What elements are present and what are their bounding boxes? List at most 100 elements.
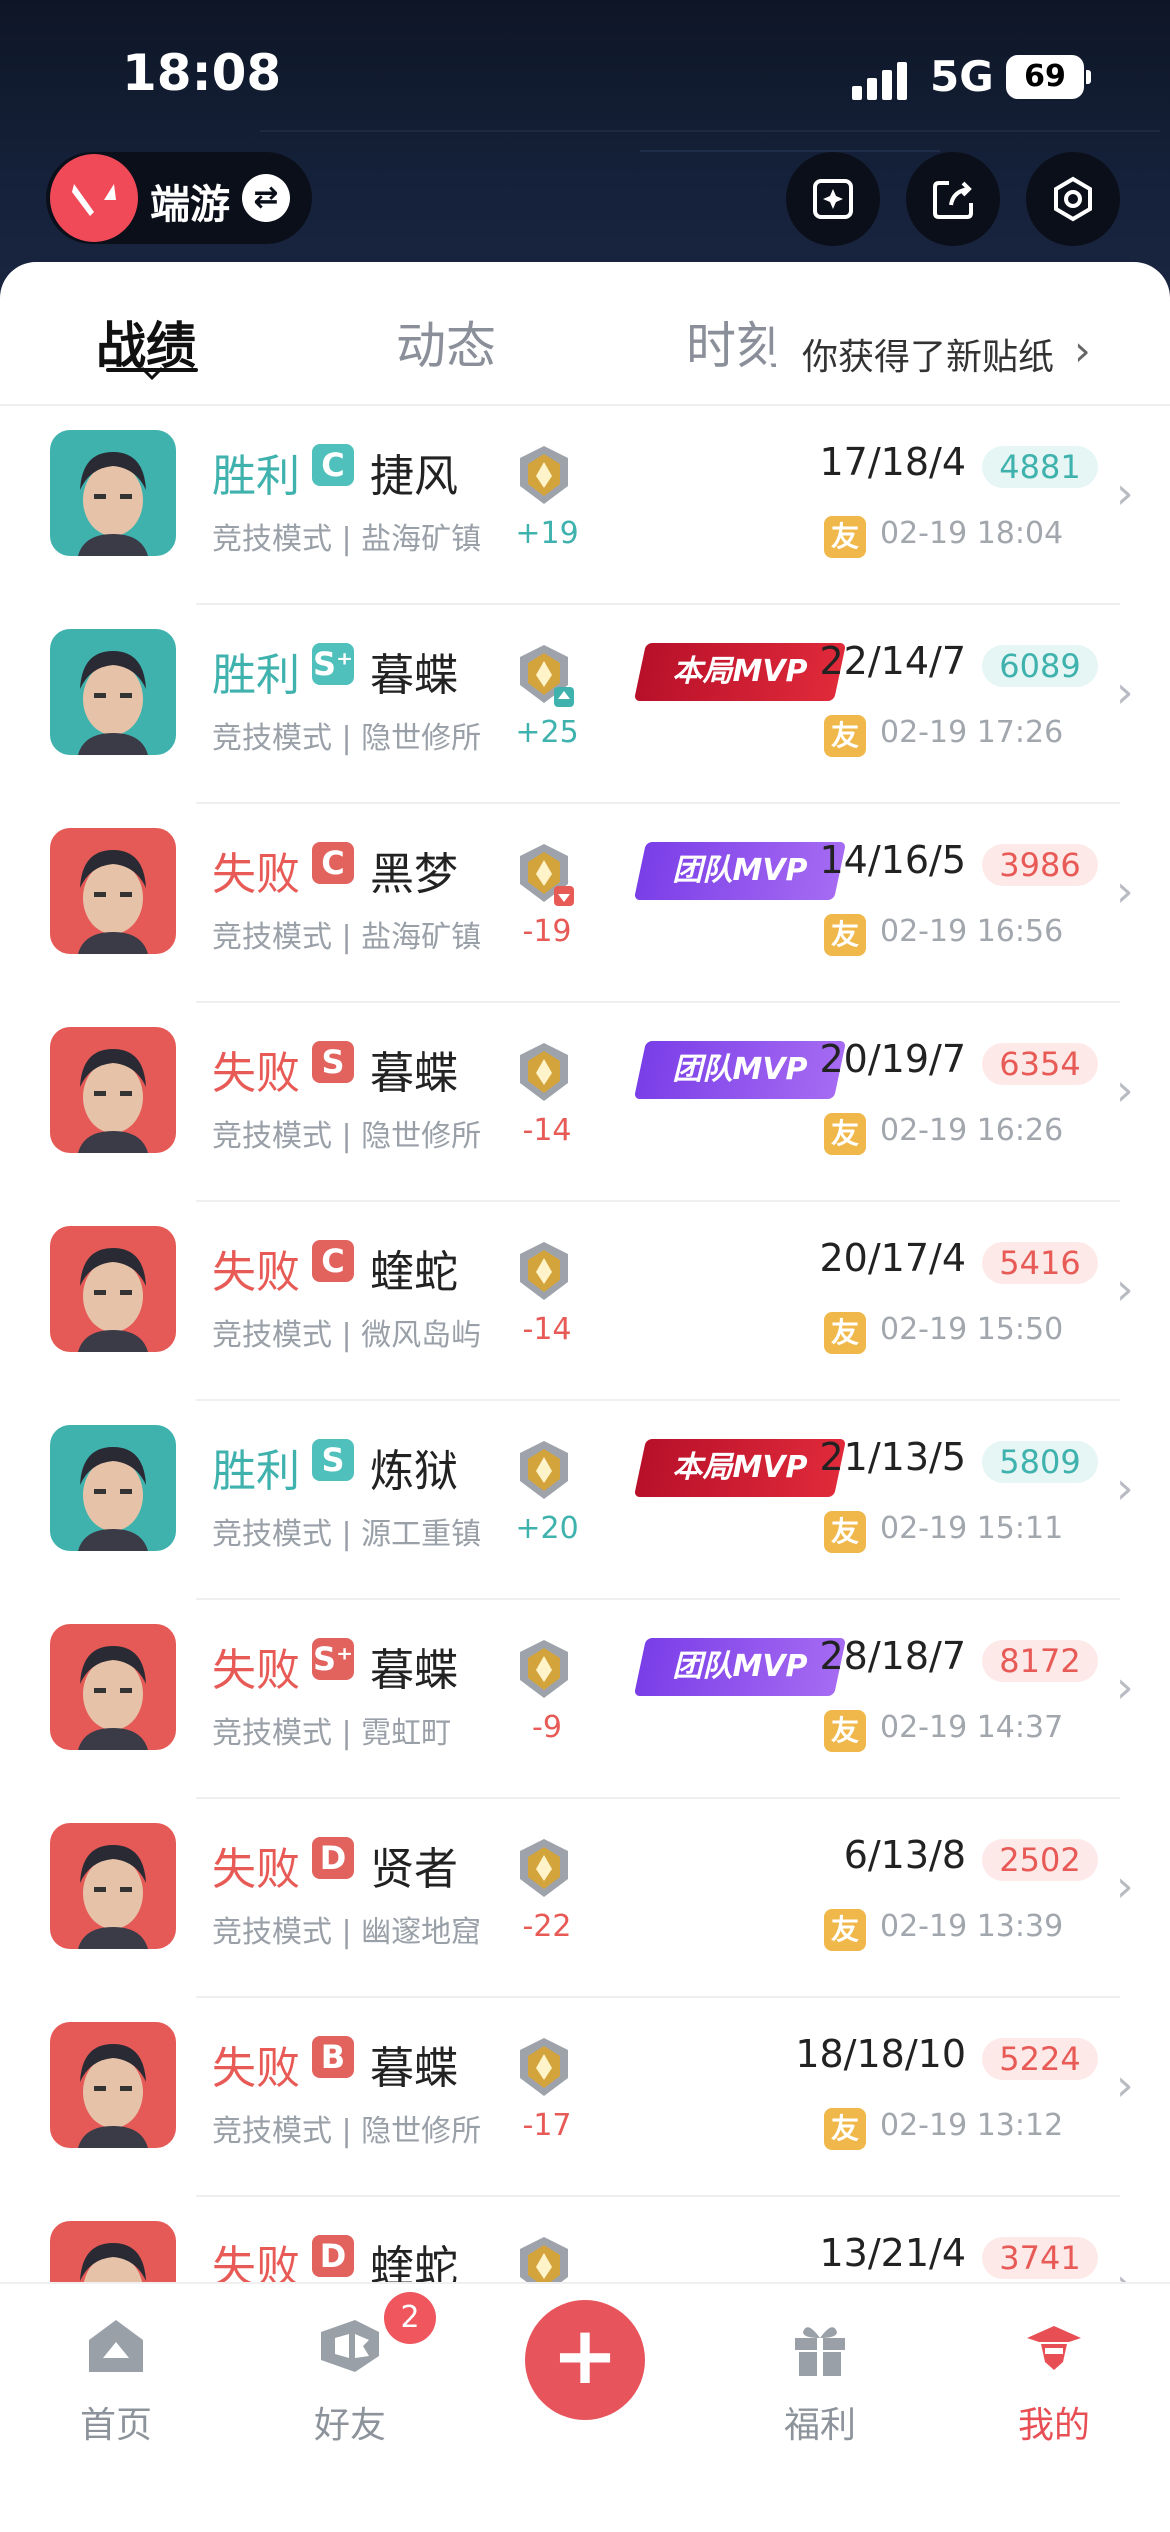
nav-welfare[interactable]: 福利 — [750, 2312, 890, 2448]
chevron-right-icon: › — [1116, 667, 1134, 718]
rank-icon — [520, 1242, 568, 1300]
match-grade: S⁺ — [312, 1638, 354, 1680]
battery-tip — [1086, 70, 1091, 84]
header-decoration-line — [640, 150, 940, 152]
match-kda: 21/13/5 — [819, 1435, 967, 1479]
content-card: 战绩 动态 时刻 你获得了新贴纸 › 胜利 C 捷风 竞技模式 | 盐海矿镇 +19 17… — [0, 262, 1170, 2282]
match-mode-map: 竞技模式 | 霓虹町 — [212, 1716, 452, 1751]
agent-avatar — [50, 1823, 176, 1949]
match-row[interactable]: 失败 D 蝰蛇 13/21/4 3741 › — [0, 2197, 1170, 2282]
match-kda: 28/18/7 — [819, 1634, 967, 1678]
friend-badge: 友 — [824, 1312, 866, 1354]
rank-delta: -14 — [522, 1312, 572, 1347]
nav-me-label: 我的 — [1017, 2405, 1090, 2446]
match-datetime: 02-19 15:50 — [880, 1312, 1064, 1347]
match-row[interactable]: 胜利 C 捷风 竞技模式 | 盐海矿镇 +19 17/18/4 4881 友 02-19 18:… — [0, 406, 1170, 605]
sticker-edit-button[interactable] — [786, 152, 880, 246]
tab-feed[interactable]: 动态 — [396, 306, 496, 378]
match-grade: C — [312, 444, 354, 486]
match-result: 失败 — [212, 1645, 300, 1696]
match-row[interactable]: 失败 C 黑梦 竞技模式 | 盐海矿镇 -19 团队MVP 14/16/5 3986 友 02-1… — [0, 804, 1170, 1003]
new-sticker-banner[interactable]: 你获得了新贴纸 › — [790, 302, 1170, 402]
match-score: 5809 — [982, 1441, 1098, 1483]
match-result: 胜利 — [212, 451, 300, 502]
match-score: 2502 — [982, 1839, 1098, 1881]
match-datetime: 02-19 16:56 — [880, 914, 1064, 949]
match-mode-map: 竞技模式 | 盐海矿镇 — [212, 920, 482, 955]
match-score: 3741 — [982, 2237, 1098, 2279]
rank-icon — [520, 1441, 568, 1499]
share-icon — [933, 181, 973, 219]
match-datetime: 02-19 17:26 — [880, 715, 1064, 750]
chevron-right-icon: › — [1116, 866, 1134, 917]
sticker-edit-icon — [813, 179, 853, 219]
tab-moments[interactable]: 时刻 — [686, 306, 776, 378]
match-kda: 6/13/8 — [843, 1833, 966, 1877]
match-datetime: 02-19 18:04 — [880, 516, 1064, 551]
match-row[interactable]: 失败 S 暮蝶 竞技模式 | 隐世修所 -14 团队MVP 20/19/7 6354 友 02-1… — [0, 1003, 1170, 1202]
match-kda: 22/14/7 — [819, 639, 967, 683]
agent-name: 蝰蛇 — [370, 1247, 458, 1298]
chevron-right-icon: › — [1074, 326, 1091, 375]
match-datetime: 02-19 14:37 — [880, 1710, 1064, 1745]
mvp-label: 团队MVP — [672, 1649, 808, 1684]
tab-active-indicator — [140, 366, 164, 380]
match-result: 失败 — [212, 2242, 300, 2282]
match-mode-map: 竞技模式 | 微风岛屿 — [212, 1318, 482, 1353]
agent-avatar — [50, 1624, 176, 1750]
friends-icon — [321, 2320, 379, 2372]
agent-name: 蝰蛇 — [370, 2242, 458, 2282]
rank-icon — [520, 645, 574, 707]
rank-delta: -9 — [532, 1710, 562, 1745]
match-result: 失败 — [212, 1247, 300, 1298]
rank-delta: +25 — [515, 715, 579, 750]
match-row[interactable]: 胜利 S 炼狱 竞技模式 | 源工重镇 +20 本局MVP 21/13/5 5809 友 02-1… — [0, 1401, 1170, 1600]
match-row[interactable]: 胜利 S⁺ 暮蝶 竞技模式 | 隐世修所 +25 本局MVP 22/14/7 6089 友 02-… — [0, 605, 1170, 804]
mvp-label: 团队MVP — [672, 853, 808, 888]
match-score: 5224 — [982, 2038, 1098, 2080]
match-mode-map: 竞技模式 | 隐世修所 — [212, 2114, 482, 2149]
match-grade: D — [312, 2235, 354, 2277]
agent-name: 贤者 — [370, 1844, 458, 1895]
settings-icon — [1054, 176, 1092, 222]
chevron-right-icon: › — [1116, 1264, 1134, 1315]
share-button[interactable] — [906, 152, 1000, 246]
signal-icon — [852, 60, 912, 100]
switch-icon: ⇄ — [242, 174, 290, 222]
match-datetime: 02-19 16:26 — [880, 1113, 1064, 1148]
mvp-badge: 团队MVP — [633, 1041, 847, 1099]
rank-icon — [520, 1043, 568, 1101]
agent-avatar — [50, 2221, 176, 2282]
match-grade: C — [312, 1240, 354, 1282]
nav-home[interactable]: 首页 — [46, 2312, 186, 2448]
settings-button[interactable] — [1026, 152, 1120, 246]
nav-welfare-label: 福利 — [783, 2405, 856, 2446]
agent-avatar — [50, 1425, 176, 1551]
match-row[interactable]: 失败 D 贤者 竞技模式 | 幽邃地窟 -22 6/13/8 2502 友 02-19 13:3… — [0, 1799, 1170, 1998]
match-score: 5416 — [982, 1242, 1098, 1284]
match-row[interactable]: 失败 C 蝰蛇 竞技模式 | 微风岛屿 -14 20/17/4 5416 友 02-19 15:… — [0, 1202, 1170, 1401]
agent-avatar — [50, 629, 176, 755]
nav-me[interactable]: 我的 — [984, 2312, 1124, 2448]
home-icon — [89, 2320, 143, 2372]
status-bar: 18:08 5G 69 — [0, 0, 1170, 150]
match-score: 6089 — [982, 645, 1098, 687]
match-grade: C — [312, 842, 354, 884]
match-kda: 18/18/10 — [795, 2032, 966, 2076]
nav-friends-label: 好友 — [313, 2405, 386, 2446]
agent-name: 黑梦 — [370, 849, 458, 900]
game-switcher[interactable]: 端游 ⇄ — [46, 152, 312, 244]
match-row[interactable]: 失败 S⁺ 暮蝶 竞技模式 | 霓虹町 -9 团队MVP 28/18/7 8172 友 02-19… — [0, 1600, 1170, 1799]
agent-avatar — [50, 1226, 176, 1352]
match-row[interactable]: 失败 B 暮蝶 竞技模式 | 隐世修所 -17 18/18/10 5224 友 02-19 13… — [0, 1998, 1170, 2197]
match-score: 3986 — [982, 844, 1098, 886]
match-kda: 14/16/5 — [819, 838, 967, 882]
chevron-right-icon: › — [1116, 2060, 1134, 2111]
match-kda: 20/19/7 — [819, 1037, 967, 1081]
rank-icon — [520, 1839, 568, 1897]
match-grade: D — [312, 1837, 354, 1879]
add-button[interactable]: + — [525, 2300, 645, 2420]
rank-icon — [520, 446, 568, 504]
app-header: 18:08 5G 69 端游 ⇄ — [0, 0, 1170, 300]
match-kda: 13/21/4 — [819, 2231, 967, 2275]
